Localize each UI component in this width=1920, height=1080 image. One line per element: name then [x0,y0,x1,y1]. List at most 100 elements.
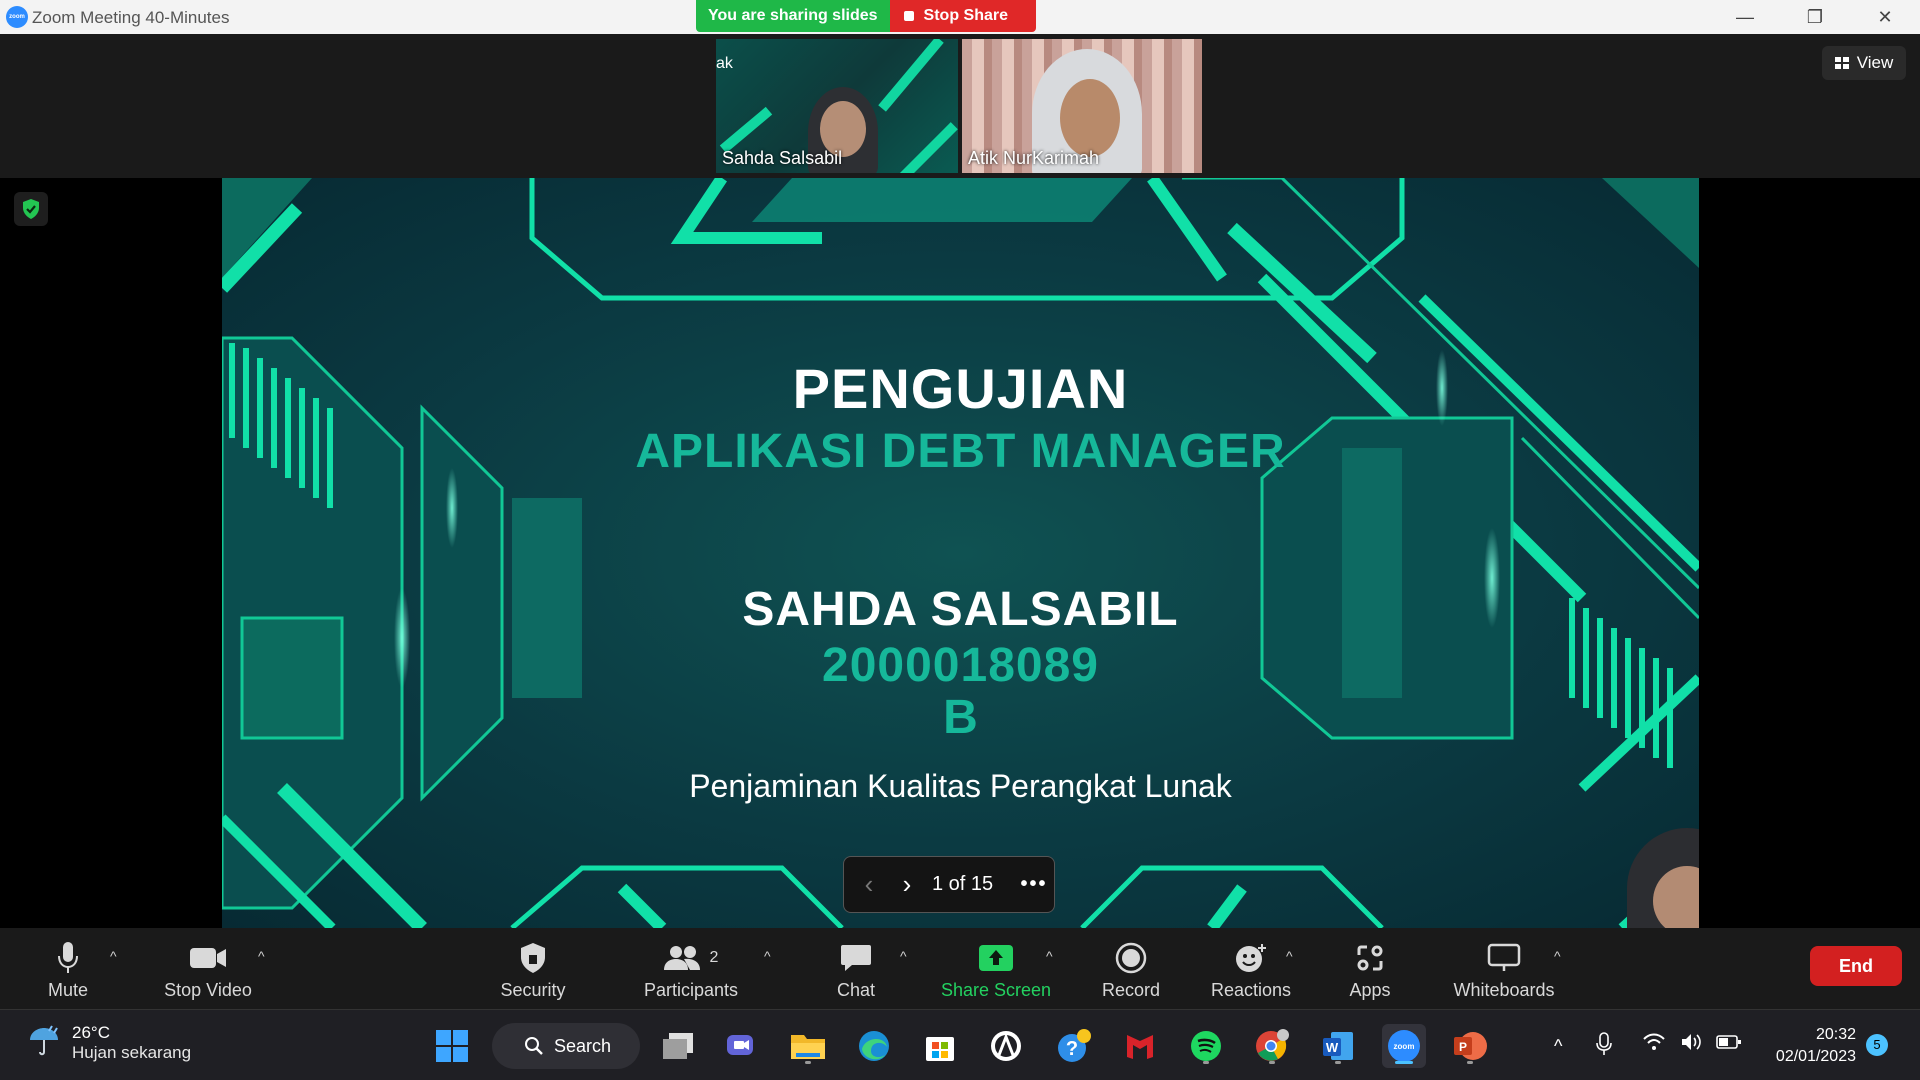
participant-tile[interactable]: ak Sahda Salsabil [716,39,958,173]
previous-slide-button[interactable]: ‹ [850,869,888,900]
running-indicator [805,1061,811,1064]
close-button[interactable]: ✕ [1850,0,1920,34]
github-desktop-icon[interactable] [984,1024,1028,1068]
whiteboards-options-caret[interactable]: ^ [1554,948,1561,964]
battery-icon[interactable] [1716,1032,1742,1057]
chat-button[interactable]: Chat [826,928,886,1009]
minimize-button[interactable]: — [1710,0,1780,34]
stop-share-button[interactable]: Stop Share [889,0,1037,32]
virtual-background-stripe [878,39,944,112]
video-options-caret[interactable]: ^ [258,948,265,964]
participants-label: Participants [643,980,739,1000]
virtual-background-stripe [894,122,958,173]
slide-title: PENGUJIAN [792,357,1129,420]
weather-temperature: 26°C [72,1022,110,1042]
whiteboards-button[interactable]: Whiteboards [1446,928,1562,1009]
active-indicator [1395,1061,1413,1064]
tray-microphone-icon[interactable] [1596,1032,1612,1061]
rain-cloud-icon [26,1022,62,1063]
participants-options-caret[interactable]: ^ [764,948,771,964]
spotify-icon[interactable] [1184,1024,1228,1068]
weather-description: Hujan sekarang [72,1042,192,1062]
whiteboard-icon [1487,940,1521,976]
restore-button[interactable]: ❐ [1780,0,1850,34]
participant-tile[interactable]: Atik NurKarimah [962,39,1202,173]
running-indicator [1203,1061,1209,1064]
mute-button[interactable]: Mute [38,928,98,1009]
audio-options-caret[interactable]: ^ [110,948,117,964]
slide-counter: 1 of 15 [932,873,994,895]
slide-author: SAHDA SALSABIL [742,583,1179,636]
slide-class: B [943,691,978,744]
svg-text:W: W [1326,1040,1339,1055]
end-meeting-button[interactable]: End [1810,946,1902,986]
window-title: Zoom Meeting 40-Minutes [32,8,230,27]
reactions-label: Reactions [1210,980,1292,1000]
slide-subtitle: APLIKASI DEBT MANAGER [635,425,1286,478]
security-button[interactable]: Security [492,928,574,1009]
more-options-button[interactable]: ••• [1014,873,1054,896]
task-view-icon[interactable] [656,1024,700,1068]
chat-bubble-icon [840,940,872,976]
zoom-taskbar-icon[interactable]: zoom [1382,1024,1426,1068]
record-button[interactable]: Record [1096,928,1166,1009]
stop-share-label: Stop Share [923,7,1009,24]
chat-options-caret[interactable]: ^ [900,948,907,964]
system-clock[interactable]: 20:32 02/01/2023 [1752,1024,1856,1068]
participant-name: Sahda Salsabil [722,148,843,168]
volume-icon[interactable] [1680,1032,1704,1057]
svg-text:?: ? [1066,1038,1078,1060]
microsoft-store-icon[interactable] [918,1024,962,1068]
slide-background-graphic [222,178,1699,928]
apps-icon [1355,940,1385,976]
encryption-shield-icon[interactable] [14,192,48,226]
share-options-caret[interactable]: ^ [1046,948,1053,964]
wifi-icon[interactable] [1642,1032,1666,1057]
teams-chat-icon[interactable] [720,1024,764,1068]
presenter-self-view[interactable] [1627,828,1699,928]
mute-label: Mute [47,980,89,1000]
smiley-icon [1234,940,1268,976]
taskbar-search[interactable]: Search [492,1023,640,1069]
apps-button[interactable]: Apps [1340,928,1400,1009]
chrome-icon[interactable] [1250,1024,1294,1068]
search-label: Search [554,1035,612,1056]
microphone-icon [57,940,79,976]
edge-browser-icon[interactable] [852,1024,896,1068]
weather-widget[interactable]: 26°C Hujan sekarang [26,1022,191,1063]
zoom-app-icon: zoom [6,6,28,28]
shared-content-area: PENGUJIAN APLIKASI DEBT MANAGER SAHDA SA… [0,178,1920,928]
participants-icon: 2 [663,940,718,976]
svg-text:P: P [1459,1040,1467,1054]
record-label: Record [1101,980,1161,1000]
mcafee-icon[interactable] [1118,1024,1162,1068]
notification-badge[interactable]: 5 [1866,1034,1888,1056]
participant-name: Atik NurKarimah [968,148,1100,168]
participants-button[interactable]: 2 Participants [636,928,746,1009]
running-indicator [1467,1061,1473,1064]
windows-start-icon[interactable] [430,1024,474,1068]
presentation-slide: PENGUJIAN APLIKASI DEBT MANAGER SAHDA SA… [222,178,1699,928]
next-slide-button[interactable]: › [888,869,926,900]
share-screen-label: Share Screen [940,980,1052,1000]
virtual-background-stripe [719,106,773,154]
slide-navigator: ‹ › 1 of 15 ••• [843,856,1055,913]
stop-video-button[interactable]: Stop Video [158,928,258,1009]
sharing-status: You are sharing slides [696,0,890,32]
window-titlebar: zoom Zoom Meeting 40-Minutes You are sha… [0,0,1920,34]
slide-student-id: 2000018089 [822,639,1099,692]
word-icon[interactable]: W [1316,1024,1360,1068]
search-icon [525,1037,543,1055]
whiteboards-label: Whiteboards [1453,980,1555,1000]
help-tips-icon[interactable]: ? [1052,1024,1096,1068]
share-screen-button[interactable]: Share Screen [936,928,1056,1009]
running-indicator [1269,1061,1275,1064]
powerpoint-icon[interactable]: P [1448,1024,1492,1068]
show-hidden-icons-chevron[interactable]: ^ [1554,1036,1562,1057]
video-camera-icon [189,940,227,976]
reactions-button[interactable]: Reactions [1206,928,1296,1009]
reactions-options-caret[interactable]: ^ [1286,948,1293,964]
file-explorer-icon[interactable] [786,1024,830,1068]
view-button[interactable]: View [1822,46,1906,80]
share-screen-icon [978,940,1014,976]
